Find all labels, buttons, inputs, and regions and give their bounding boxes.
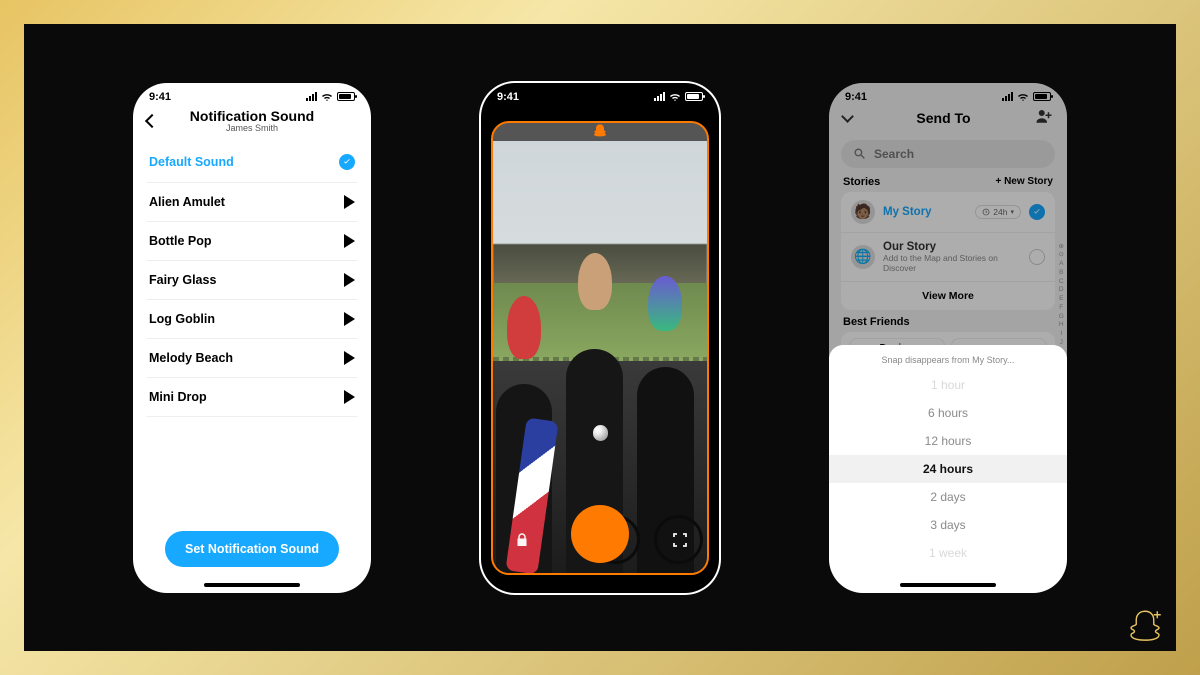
- sound-option-label: Bottle Pop: [149, 234, 212, 248]
- duration-option[interactable]: 24 hours: [829, 455, 1067, 483]
- sound-options-list: Default Sound Alien Amulet Bottle Pop Fairy…: [133, 142, 371, 417]
- play-icon[interactable]: [344, 390, 355, 404]
- sound-option-label: Melody Beach: [149, 351, 233, 365]
- sound-option-label: Fairy Glass: [149, 273, 216, 287]
- duration-option[interactable]: 1 hour: [829, 371, 1067, 399]
- ghost-icon: [592, 123, 608, 139]
- stage: 9:41 Notification Sound James Smith Defa…: [0, 0, 1200, 675]
- lock-icon[interactable]: [513, 531, 531, 549]
- play-icon[interactable]: [344, 312, 355, 326]
- screen1-subtitle: James Smith: [157, 124, 347, 134]
- sound-option-label: Log Goblin: [149, 312, 215, 326]
- status-time: 9:41: [149, 91, 171, 103]
- sound-option[interactable]: Alien Amulet: [147, 183, 357, 222]
- scan-icon[interactable]: [671, 531, 689, 549]
- sheet-caption: Snap disappears from My Story...: [829, 355, 1067, 365]
- sound-option[interactable]: Fairy Glass: [147, 261, 357, 300]
- duration-option[interactable]: 1 week: [829, 539, 1067, 567]
- duration-option[interactable]: 3 days: [829, 511, 1067, 539]
- play-icon[interactable]: [344, 351, 355, 365]
- status-bar: 9:41: [481, 83, 719, 105]
- duration-picker-sheet: Snap disappears from My Story... 1 hour6…: [829, 345, 1067, 593]
- sound-option[interactable]: Default Sound: [147, 142, 357, 183]
- home-indicator: [900, 583, 996, 587]
- screen1-title: Notification Sound: [157, 109, 347, 124]
- phone-row: 9:41 Notification Sound James Smith Defa…: [0, 0, 1200, 675]
- status-time: 9:41: [497, 91, 519, 103]
- screen1-header: Notification Sound James Smith: [133, 105, 371, 142]
- sound-option[interactable]: Mini Drop: [147, 378, 357, 417]
- sound-option-label: Mini Drop: [149, 390, 207, 404]
- phone-camera-preview: 9:41: [481, 83, 719, 593]
- check-icon: [339, 154, 355, 170]
- phone-send-to: 9:41 Send To Search Stories: [829, 83, 1067, 593]
- sound-option-label: Alien Amulet: [149, 195, 225, 209]
- sound-option[interactable]: Melody Beach: [147, 339, 357, 378]
- status-indicators: [654, 92, 703, 102]
- status-bar: 9:41: [133, 83, 371, 105]
- sound-option[interactable]: Bottle Pop: [147, 222, 357, 261]
- home-indicator: [204, 583, 300, 587]
- sound-option-label: Default Sound: [149, 155, 234, 169]
- duration-option[interactable]: 12 hours: [829, 427, 1067, 455]
- play-icon[interactable]: [344, 273, 355, 287]
- capture-button[interactable]: [571, 505, 629, 563]
- camera-viewport: [491, 121, 709, 575]
- sound-option[interactable]: Log Goblin: [147, 300, 357, 339]
- status-indicators: [306, 92, 355, 102]
- duration-option[interactable]: 2 days: [829, 483, 1067, 511]
- play-icon[interactable]: [344, 195, 355, 209]
- wifi-icon: [669, 92, 681, 102]
- set-sound-button[interactable]: Set Notification Sound: [165, 531, 339, 567]
- phone-notification-sound: 9:41 Notification Sound James Smith Defa…: [133, 83, 371, 593]
- duration-option[interactable]: 6 hours: [829, 399, 1067, 427]
- play-icon[interactable]: [344, 234, 355, 248]
- snapchat-plus-icon: [1124, 606, 1166, 653]
- wifi-icon: [321, 92, 333, 102]
